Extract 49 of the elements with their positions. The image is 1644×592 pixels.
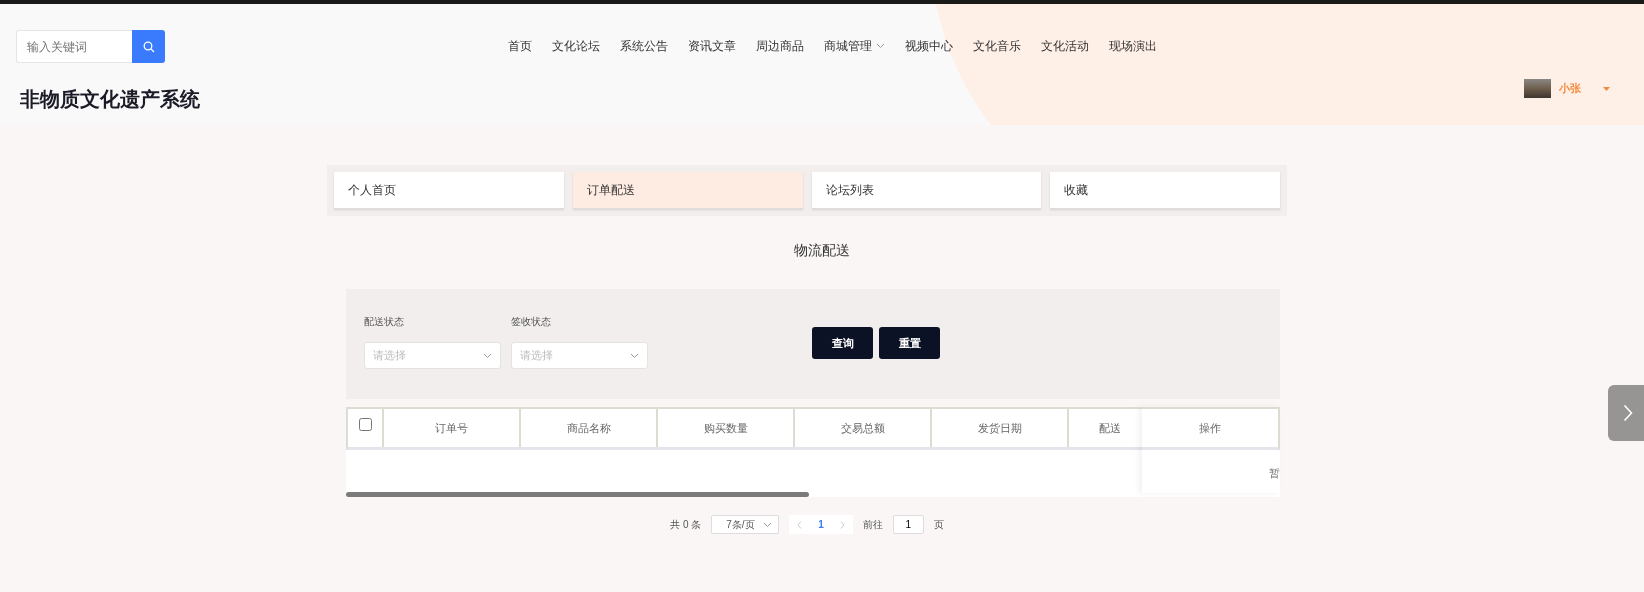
nav-link[interactable]: 文化活动 (1040, 37, 1089, 55)
nav-link[interactable]: 现场演出 (1108, 37, 1157, 55)
nav-link[interactable]: 周边商品 (755, 37, 804, 55)
nav-link[interactable]: 文化音乐 (972, 37, 1021, 55)
search-field[interactable]: 输入关键词 (16, 30, 132, 63)
chevron-down-icon (630, 352, 639, 359)
next-page-icon[interactable] (839, 520, 845, 529)
tab[interactable]: 订单配送 (572, 172, 803, 209)
nav-link[interactable]: 视频中心 (904, 37, 953, 55)
filter-label: 配送状态 (364, 315, 405, 329)
chevron-down-icon (763, 521, 773, 528)
column-header: 操作 (1199, 420, 1221, 436)
page-number[interactable]: 1 (818, 517, 824, 532)
chevron-right-icon (1623, 404, 1633, 422)
tab[interactable]: 个人首页 (334, 172, 564, 209)
select-all-checkbox[interactable] (358, 417, 372, 431)
nav-link[interactable]: 资讯文章 (687, 37, 736, 55)
tab[interactable]: 收藏 (1050, 172, 1280, 209)
column-header: 交易总额 (840, 420, 885, 436)
action-button[interactable]: 重置 (879, 327, 940, 359)
empty-text: 暂 (1269, 466, 1280, 481)
column-header: 配送 (1099, 420, 1121, 436)
tab[interactable]: 论坛列表 (811, 172, 1042, 209)
nav-link[interactable]: 文化论坛 (551, 37, 600, 55)
site-title: 非物质文化遗产系统 (20, 87, 200, 112)
nav-link[interactable]: 首页 (507, 37, 532, 55)
search-icon (142, 40, 155, 53)
avatar-photo-placeholder[interactable] (1524, 79, 1551, 98)
nav-link[interactable]: 商城管理 (823, 37, 885, 55)
column-header: 发货日期 (977, 420, 1022, 436)
section-title: 物流配送 (794, 242, 850, 258)
action-button[interactable]: 查询 (812, 327, 873, 359)
search-button[interactable] (132, 30, 165, 63)
chevron-down-icon (875, 43, 885, 49)
column-header: 商品名称 (566, 420, 611, 436)
column-header: 订单号 (435, 420, 468, 436)
total-count: 共 0 条 (670, 518, 702, 532)
side-toggle-button[interactable] (1608, 385, 1644, 441)
goto-label: 前往 (862, 518, 883, 532)
scrollbar-thumb[interactable] (346, 492, 809, 497)
caret-down-icon[interactable] (1603, 86, 1610, 91)
filter-label: 签收状态 (511, 315, 552, 329)
page-input[interactable]: 1 (892, 515, 924, 534)
column-header: 购买数量 (703, 420, 748, 436)
previous-page-icon[interactable] (797, 520, 803, 529)
goto-suffix: 页 (933, 518, 944, 532)
page-size-select[interactable]: 7条/页 (711, 515, 780, 534)
chevron-down-icon (483, 352, 492, 359)
nav-link[interactable]: 系统公告 (619, 37, 668, 55)
